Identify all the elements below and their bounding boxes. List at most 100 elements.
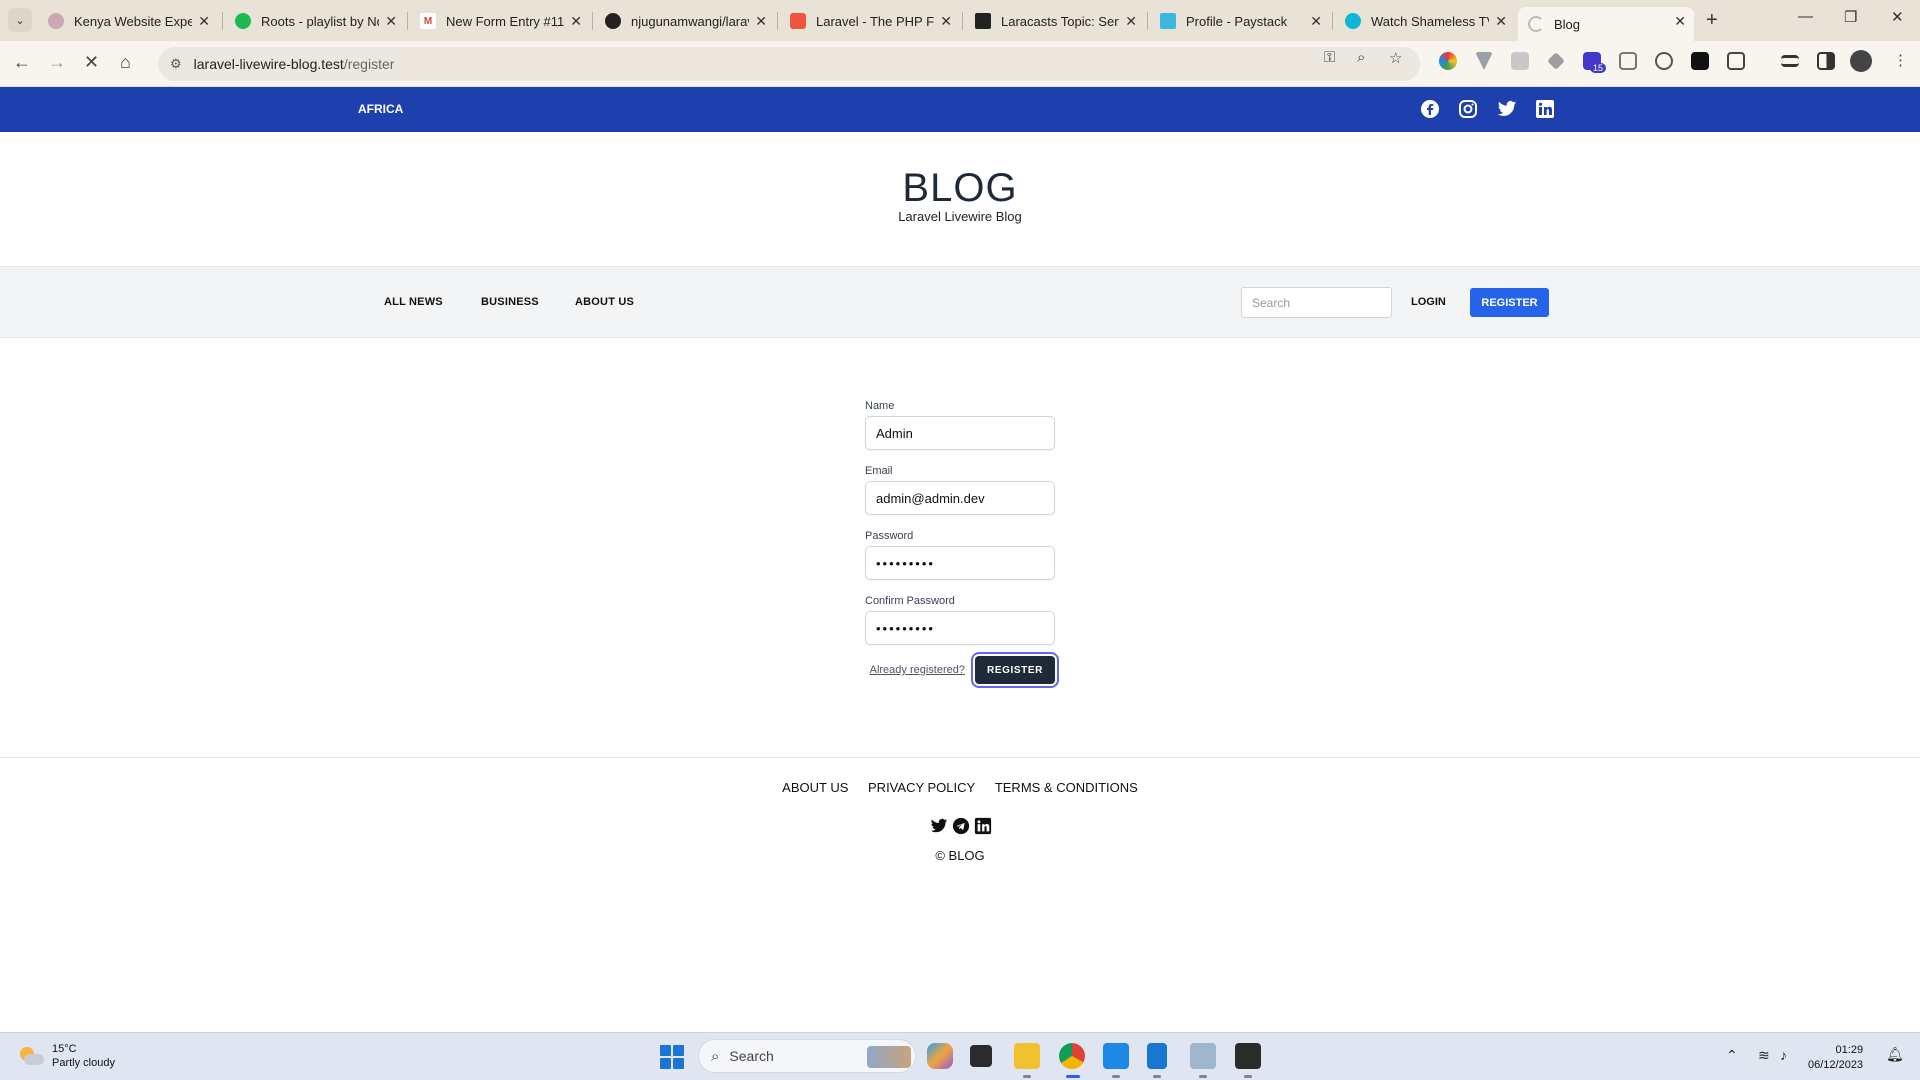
stop-loading-icon[interactable]: ✕ [84,52,99,73]
browser-tab[interactable]: njugunamwangi/larav ✕ [595,7,775,35]
taskbar-clock[interactable]: 01:29 06/12/2023 [1808,1043,1863,1073]
media-control-icon[interactable] [1781,55,1799,67]
show-hidden-icons-icon[interactable]: ⌃ [1726,1047,1738,1064]
back-icon[interactable]: ← [13,52,31,73]
url-text[interactable]: laravel-livewire-blog.test/register [194,56,395,72]
facebook-icon[interactable] [1419,98,1441,120]
tab-title: Profile - Paystack [1186,13,1288,29]
confirm-password-value: ••••••••• [876,620,935,636]
footer-privacy-link[interactable]: PRIVACY POLICY [868,780,975,795]
nav-all-news[interactable]: ALL NEWS [384,296,443,308]
side-panel-icon[interactable] [1817,52,1835,70]
browser-tab[interactable]: Kenya Website Expert ✕ [38,7,218,35]
browser-toolbar: ← → ✕ ⌂ ⚙ laravel-livewire-blog.test/reg… [0,41,1920,87]
taskbar-search-label: Search [729,1048,774,1064]
browser-tab[interactable]: Laravel - The PHP Fra ✕ [780,7,960,35]
browser-tab[interactable]: Watch Shameless TV ✕ [1335,7,1515,35]
email-label: Email [865,465,893,477]
weather-widget[interactable]: 15°C Partly cloudy [18,1042,115,1070]
close-icon[interactable]: ✕ [1125,13,1137,30]
confirm-password-input[interactable]: ••••••••• [865,611,1055,645]
extension-icon[interactable] [1511,52,1529,70]
search-input[interactable]: Search [1241,287,1392,318]
volume-icon[interactable]: ♪ [1780,1047,1787,1063]
password-key-icon[interactable]: ⚿ [1324,49,1335,66]
restore-icon[interactable]: ❐ [1844,8,1857,26]
color-extension-icon[interactable] [1439,52,1457,70]
login-link[interactable]: LOGIN [1411,296,1446,308]
wifi-icon[interactable]: ≋ [1758,1047,1770,1064]
browser-tab[interactable]: Roots - playlist by Nd ✕ [225,7,405,35]
forward-icon[interactable]: → [48,52,66,73]
telegram-icon[interactable] [951,816,971,836]
taskbar-search[interactable]: ⌕ Search [698,1039,916,1073]
footer-about-link[interactable]: ABOUT US [782,780,848,795]
gmail-icon: M [420,13,436,29]
new-tab-icon[interactable]: + [1706,9,1718,32]
minimize-icon[interactable]: — [1798,8,1813,25]
notification-bell-icon[interactable]: 🔔︎ [1886,1046,1904,1063]
vue-devtools-icon[interactable] [1475,52,1493,70]
extension-icon[interactable] [1691,52,1709,70]
address-bar[interactable]: ⚙ laravel-livewire-blog.test/register [158,47,1420,81]
zoom-icon[interactable]: ⌕ [1357,49,1365,66]
browser-tab-active[interactable]: Blog ✕ [1518,7,1694,41]
site-logo[interactable]: BLOG [0,166,1920,211]
close-window-icon[interactable]: ✕ [1891,8,1904,26]
browser-tab[interactable]: Profile - Paystack ✕ [1150,7,1330,35]
windows-start-icon[interactable] [660,1045,684,1069]
close-icon[interactable]: ✕ [198,13,210,30]
tab-divider [592,12,593,30]
name-label: Name [865,400,895,412]
tab-divider [1332,12,1333,30]
register-submit-button[interactable]: REGISTER [975,656,1055,684]
copilot-icon[interactable] [927,1043,953,1069]
close-icon[interactable]: ✕ [385,13,397,30]
task-view-icon[interactable] [970,1045,992,1067]
site-settings-icon[interactable]: ⚙ [170,56,182,72]
notepad-icon[interactable] [1147,1043,1167,1069]
extension-icon[interactable] [1619,52,1637,70]
site-tagline: Laravel Livewire Blog [898,209,1022,224]
instagram-icon[interactable] [1457,98,1479,120]
url-path: /register [343,56,395,72]
linkedin-icon[interactable] [973,816,993,836]
name-input[interactable]: Admin [865,416,1055,450]
register-nav-button[interactable]: REGISTER [1470,288,1549,317]
linkedin-icon[interactable] [1534,98,1556,120]
nav-business[interactable]: BUSINESS [481,296,539,308]
extension-icon[interactable] [1655,52,1673,70]
close-icon[interactable]: ✕ [755,13,767,30]
home-icon[interactable]: ⌂ [120,52,131,73]
close-icon[interactable]: ✕ [1674,13,1686,30]
footer-social [929,816,993,836]
menu-kebab-icon[interactable]: ⋮ [1893,51,1908,69]
terminal-icon[interactable] [1235,1043,1261,1069]
email-input[interactable]: admin@admin.dev [865,481,1055,515]
already-registered-link[interactable]: Already registered? [870,664,965,676]
password-input[interactable]: ••••••••• [865,546,1055,580]
close-icon[interactable]: ✕ [570,13,582,30]
bookmark-star-icon[interactable]: ☆ [1389,49,1402,67]
profile-avatar[interactable] [1850,50,1872,72]
footer-terms-link[interactable]: TERMS & CONDITIONS [995,780,1138,795]
browser-tab[interactable]: M New Form Entry #118 ✕ [410,7,590,35]
tab-search-button[interactable]: ⌄ [8,8,32,32]
browser-tab[interactable]: Laracasts Topic: Serv ✕ [965,7,1145,35]
tab-divider [222,12,223,30]
chrome-icon[interactable] [1059,1043,1085,1069]
file-explorer-icon[interactable] [1014,1043,1040,1069]
close-icon[interactable]: ✕ [940,13,952,30]
region-label[interactable]: AFRICA [358,102,403,116]
temperature: 15°C [52,1043,77,1055]
twitter-icon[interactable] [929,816,949,836]
extension-icon[interactable] [1547,52,1565,70]
nav-about-us[interactable]: ABOUT US [575,296,634,308]
close-icon[interactable]: ✕ [1310,13,1322,30]
twitter-icon[interactable] [1496,98,1518,120]
vscode-icon[interactable] [1103,1043,1129,1069]
close-icon[interactable]: ✕ [1495,13,1507,30]
resource-monitor-icon[interactable] [1190,1043,1216,1069]
tab-title: Roots - playlist by Nd [261,13,379,29]
puzzle-extensions-icon[interactable] [1727,52,1745,70]
